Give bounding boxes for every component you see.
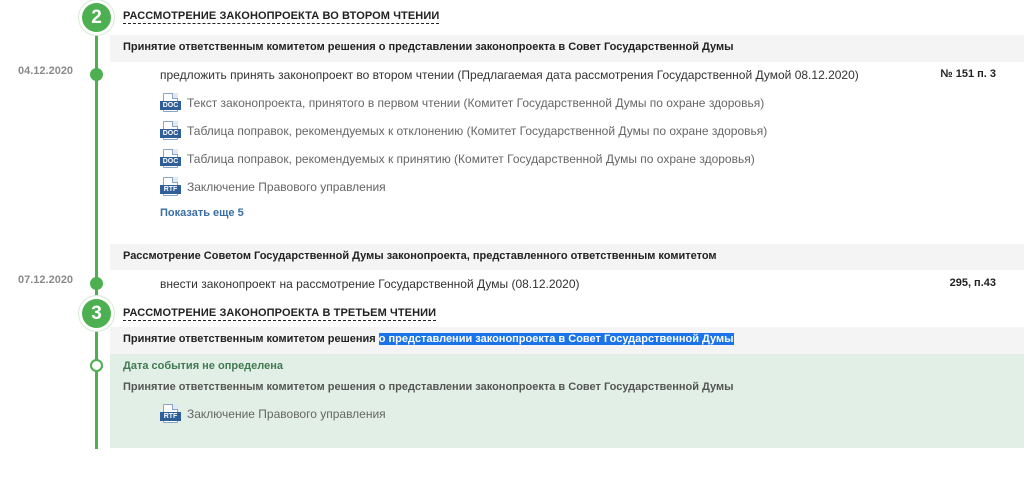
event-3-title: Принятие ответственным комитетом решения… — [123, 333, 734, 345]
stage-3-title[interactable]: РАССМОТРЕНИЕ ЗАКОНОПРОЕКТА В ТРЕТЬЕМ ЧТЕ… — [123, 307, 437, 321]
pending-event-title: Принятие ответственным комитетом решения… — [123, 381, 734, 393]
document-title[interactable]: Заключение Правового управления — [187, 407, 386, 421]
pending-date-status: Дата события не определена — [123, 360, 284, 372]
event-1-ref: № 151 п. 3 — [940, 68, 996, 80]
show-more-link[interactable]: Показать еще 5 — [160, 207, 244, 219]
pending-event-dot — [90, 359, 103, 372]
event-2-date: 07.12.2020 — [18, 274, 74, 286]
document-link[interactable]: RTF Заключение Правового управления — [160, 404, 386, 424]
document-title[interactable]: Текст законопроекта, принятого в первом … — [187, 96, 764, 110]
rtf-file-icon: RTF — [160, 177, 181, 197]
bill-timeline: 2 РАССМОТРЕНИЕ ЗАКОНОПРОЕКТА ВО ВТОРОМ Ч… — [0, 0, 1024, 481]
event-2-ref: 295, п.43 — [949, 277, 996, 289]
event-1-title: Принятие ответственным комитетом решения… — [123, 41, 734, 53]
event-3-title-text: Принятие ответственным комитетом решения — [123, 333, 379, 345]
document-link[interactable]: DOC Таблица поправок, рекомендуемых к от… — [160, 121, 767, 141]
doc-file-icon: DOC — [160, 149, 181, 169]
event-1-date: 04.12.2020 — [18, 65, 74, 77]
selected-text: о представлении законопроекта в Совет Го… — [378, 333, 734, 345]
document-link[interactable]: DOC Текст законопроекта, принятого в пер… — [160, 93, 764, 113]
stage-2-badge: 2 — [82, 3, 111, 32]
document-title[interactable]: Таблица поправок, рекомендуемых к отклон… — [187, 124, 767, 138]
document-link[interactable]: DOC Таблица поправок, рекомендуемых к пр… — [160, 149, 755, 169]
event-2-title: Рассмотрение Советом Государственной Дум… — [123, 250, 717, 262]
document-title[interactable]: Таблица поправок, рекомендуемых к принят… — [187, 152, 755, 166]
document-link[interactable]: RTF Заключение Правового управления — [160, 177, 386, 197]
doc-file-icon: DOC — [160, 121, 181, 141]
event-1-dot — [90, 68, 103, 81]
rtf-file-icon: RTF — [160, 404, 181, 424]
event-2-decision: внести законопроект на рассмотрение Госу… — [160, 277, 580, 291]
document-title[interactable]: Заключение Правового управления — [187, 180, 386, 194]
event-1-decision: предложить принять законопроект во второ… — [160, 68, 859, 82]
stage-2-title[interactable]: РАССМОТРЕНИЕ ЗАКОНОПРОЕКТА ВО ВТОРОМ ЧТЕ… — [123, 10, 440, 24]
doc-file-icon: DOC — [160, 93, 181, 113]
event-2-dot — [90, 277, 103, 290]
stage-3-badge: 3 — [82, 299, 111, 328]
